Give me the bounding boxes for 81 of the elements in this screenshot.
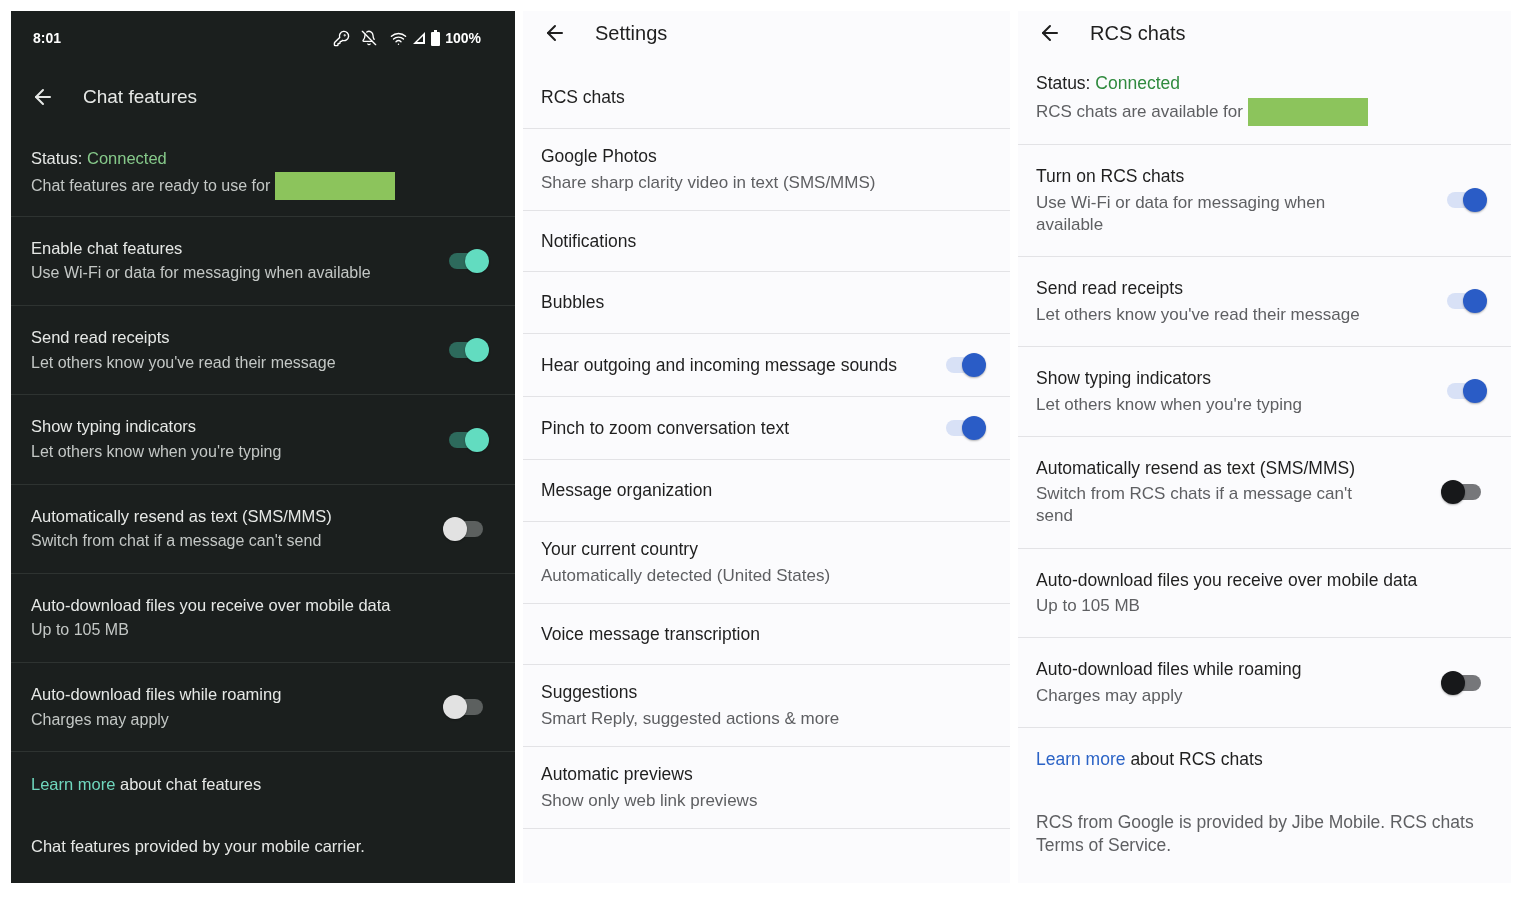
setting-title: Bubbles xyxy=(541,291,606,315)
setting-description: Let others know you've read their message xyxy=(1036,303,1361,326)
settings-row[interactable]: Send read receipts Let others know you've read their message xyxy=(11,306,515,396)
setting-title: Google Photos xyxy=(541,144,658,168)
setting-description: Let others know when you're typing xyxy=(31,441,283,462)
setting-title: Hear outgoing and incoming message sounds xyxy=(541,353,899,377)
setting-title: Your current country xyxy=(541,537,699,561)
setting-description: Let others know you've read their message xyxy=(31,352,337,373)
availability-text: RCS chats are available for xyxy=(1036,100,1243,123)
provider-note: RCS from Google is provided by Jibe Mobile. RCS chats Terms of Service. xyxy=(1036,811,1475,857)
learn-more-text: Learn more about chat features xyxy=(31,774,263,796)
screen-title: Chat features xyxy=(83,86,198,108)
settings-row[interactable]: Message organization xyxy=(523,460,1010,522)
settings-row[interactable]: Auto-download files you receive over mobile data Up to 105 MB xyxy=(11,573,515,664)
setting-description: Up to 105 MB xyxy=(31,620,130,641)
setting-description: Use Wi-Fi or data for messaging when available xyxy=(1036,191,1327,236)
settings-row[interactable]: RCS chats xyxy=(523,67,1010,129)
settings-row[interactable]: Automatic previews Show only web link previews xyxy=(523,747,1010,830)
setting-title: Auto-download files you receive over mobile data xyxy=(1036,568,1419,592)
settings-row[interactable]: Turn on RCS chats Use Wi-Fi or data for messaging when available xyxy=(1018,145,1511,257)
setting-title: Notifications xyxy=(541,229,638,253)
setting-description: Switch from RCS chats if a message can't send xyxy=(1036,483,1353,528)
setting-title: Auto-download files while roaming xyxy=(1036,658,1303,682)
setting-title: Send read receipts xyxy=(31,327,171,349)
settings-row[interactable]: Enable chat features Use Wi-Fi or data for messaging when available xyxy=(11,217,515,307)
setting-title: Show typing indicators xyxy=(31,416,198,438)
settings-row[interactable]: Pinch to zoom conversation text xyxy=(523,397,1010,461)
setting-title: Show typing indicators xyxy=(1036,366,1213,390)
settings-row[interactable]: Auto-download files while roaming Charges may apply xyxy=(1018,638,1511,729)
screen-title: RCS chats xyxy=(1090,21,1186,45)
settings-row[interactable]: Show typing indicators Let others know when you're typing xyxy=(11,395,515,485)
setting-title: Automatic previews xyxy=(541,763,694,787)
setting-description: Smart Reply, suggested actions & more xyxy=(541,708,841,731)
settings-row[interactable]: Google Photos Share sharp clarity video in text (SMS/MMS) xyxy=(523,128,1010,211)
setting-title: Turn on RCS chats xyxy=(1036,165,1186,188)
setting-description: Let others know when you're typing xyxy=(1036,393,1303,416)
setting-title: Suggestions xyxy=(541,681,639,705)
learn-more-text: Learn more about RCS chats xyxy=(1036,748,1264,771)
settings-row[interactable]: Suggestions Smart Reply, suggested actions & more xyxy=(523,665,1010,748)
battery-icon xyxy=(431,30,441,46)
settings-row[interactable]: Automatically resend as text (SMS/MMS) Switch from RCS chats if a message can't send xyxy=(1018,436,1511,549)
setting-title: Automatically resend as text (SMS/MMS) xyxy=(1036,456,1356,480)
connection-status: Status: Connected xyxy=(31,149,168,168)
setting-title: Auto-download files you receive over mobile data xyxy=(31,594,392,616)
settings-row[interactable]: Your current country Automatically detected (United States) xyxy=(523,521,1010,604)
settings-row[interactable]: Voice message transcription xyxy=(523,603,1010,666)
clock-time: 8:01 xyxy=(33,30,62,46)
setting-description: Charges may apply xyxy=(1036,685,1184,708)
settings-row[interactable]: Bubbles xyxy=(523,272,1010,335)
setting-title: Enable chat features xyxy=(31,238,184,259)
setting-title: Pinch to zoom conversation text xyxy=(541,416,791,440)
settings-row[interactable]: Show typing indicators Let others know when you're typing xyxy=(1018,346,1511,437)
settings-row[interactable]: Notifications xyxy=(523,210,1010,273)
setting-title: Voice message transcription xyxy=(541,622,761,646)
bell-off-icon xyxy=(361,30,378,46)
settings-row[interactable]: Automatically resend as text (SMS/MMS) Switch from chat if a message can't send xyxy=(11,484,515,574)
setting-title: Message organization xyxy=(541,479,714,502)
setting-description: Up to 105 MB xyxy=(1036,595,1141,618)
settings-row[interactable]: Send read receipts Let others know you've read their message xyxy=(1018,256,1511,347)
connection-status: Status: Connected xyxy=(1036,73,1181,94)
setting-description: Use Wi-Fi or data for messaging when available xyxy=(31,263,372,284)
settings-row[interactable]: Auto-download files while roaming Charges may apply xyxy=(11,663,515,753)
setting-description: Share sharp clarity video in text (SMS/MMS) xyxy=(541,171,877,194)
battery-percent: 100% xyxy=(445,30,481,46)
availability-text: Chat features are ready to use for xyxy=(31,175,271,196)
learn-more-link[interactable]: Learn more xyxy=(1036,749,1126,770)
key-icon xyxy=(333,29,351,47)
setting-description: Charges may apply xyxy=(31,709,170,730)
setting-title: Automatically resend as text (SMS/MMS) xyxy=(31,505,333,527)
learn-more-link[interactable]: Learn more xyxy=(31,775,116,794)
settings-row[interactable]: Hear outgoing and incoming message sounds xyxy=(523,334,1010,398)
setting-title: Auto-download files while roaming xyxy=(31,684,283,706)
setting-description: Automatically detected (United States) xyxy=(541,564,832,587)
setting-description: Show only web link previews xyxy=(541,790,759,813)
provider-note: Chat features provided by your mobile carrier. xyxy=(31,835,366,857)
setting-title: Send read receipts xyxy=(1036,276,1184,300)
setting-title: RCS chats xyxy=(541,86,626,109)
signal-icon xyxy=(412,31,427,45)
settings-row[interactable]: Auto-download files you receive over mobile data Up to 105 MB xyxy=(1018,548,1511,639)
setting-description: Switch from chat if a message can't send xyxy=(31,531,323,552)
screen-title: Settings xyxy=(595,21,668,45)
